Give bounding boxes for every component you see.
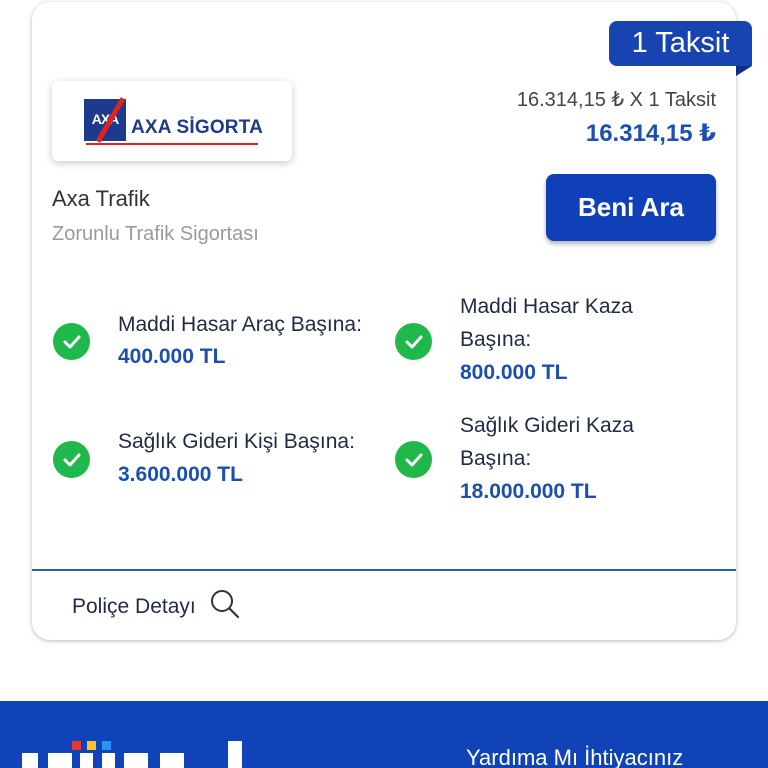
axa-logo-icon: AXA (84, 97, 126, 143)
coverage-value: 3.600.000 TL (118, 463, 243, 486)
installment-badge: 1 Taksit (609, 21, 752, 66)
policy-detail-label: Poliçe Detayı (72, 594, 196, 618)
logo-underline (86, 143, 258, 145)
check-circle-icon (53, 441, 90, 478)
product-name: Axa Trafik (52, 186, 150, 211)
installment-badge-fold (736, 66, 752, 76)
total-price: 16.314,15 ₺ (585, 120, 716, 147)
call-me-button[interactable]: Beni Ara (546, 174, 716, 241)
help-text[interactable]: Yardıma Mı İhtiyacınız (466, 745, 683, 768)
coverage-label: Sağlık Gideri Kaza (460, 414, 634, 437)
coverage-label: Maddi Hasar Araç Başına: (118, 313, 362, 336)
search-icon (210, 589, 240, 624)
coverage-value: 400.000 TL (118, 345, 226, 368)
coverage-value: 18.000.000 TL (460, 480, 597, 503)
check-circle-icon (395, 441, 432, 478)
coverage-label-line2: Başına: (460, 447, 532, 470)
insurer-logo-text: AXA SİGORTA (131, 117, 264, 138)
policy-detail-link[interactable]: Poliçe Detayı (72, 589, 240, 624)
check-circle-icon (395, 323, 432, 360)
coverage-label: Sağlık Gideri Kişi Başına: (118, 430, 355, 453)
card-divider (32, 569, 736, 571)
coverage-value: 800.000 TL (460, 361, 568, 384)
coverage-label-line2: Başına: (460, 328, 532, 351)
price-per-installment: 16.314,15 ₺ X 1 Taksit (516, 89, 716, 111)
insurer-logo: AXA AXA SİGORTA (52, 81, 292, 161)
coverage-label: Maddi Hasar Kaza (460, 295, 633, 318)
footer-bar: Yardıma Mı İhtiyacınız (0, 701, 768, 768)
product-type: Zorunlu Trafik Sigortası (52, 223, 259, 245)
check-circle-icon (53, 323, 90, 360)
